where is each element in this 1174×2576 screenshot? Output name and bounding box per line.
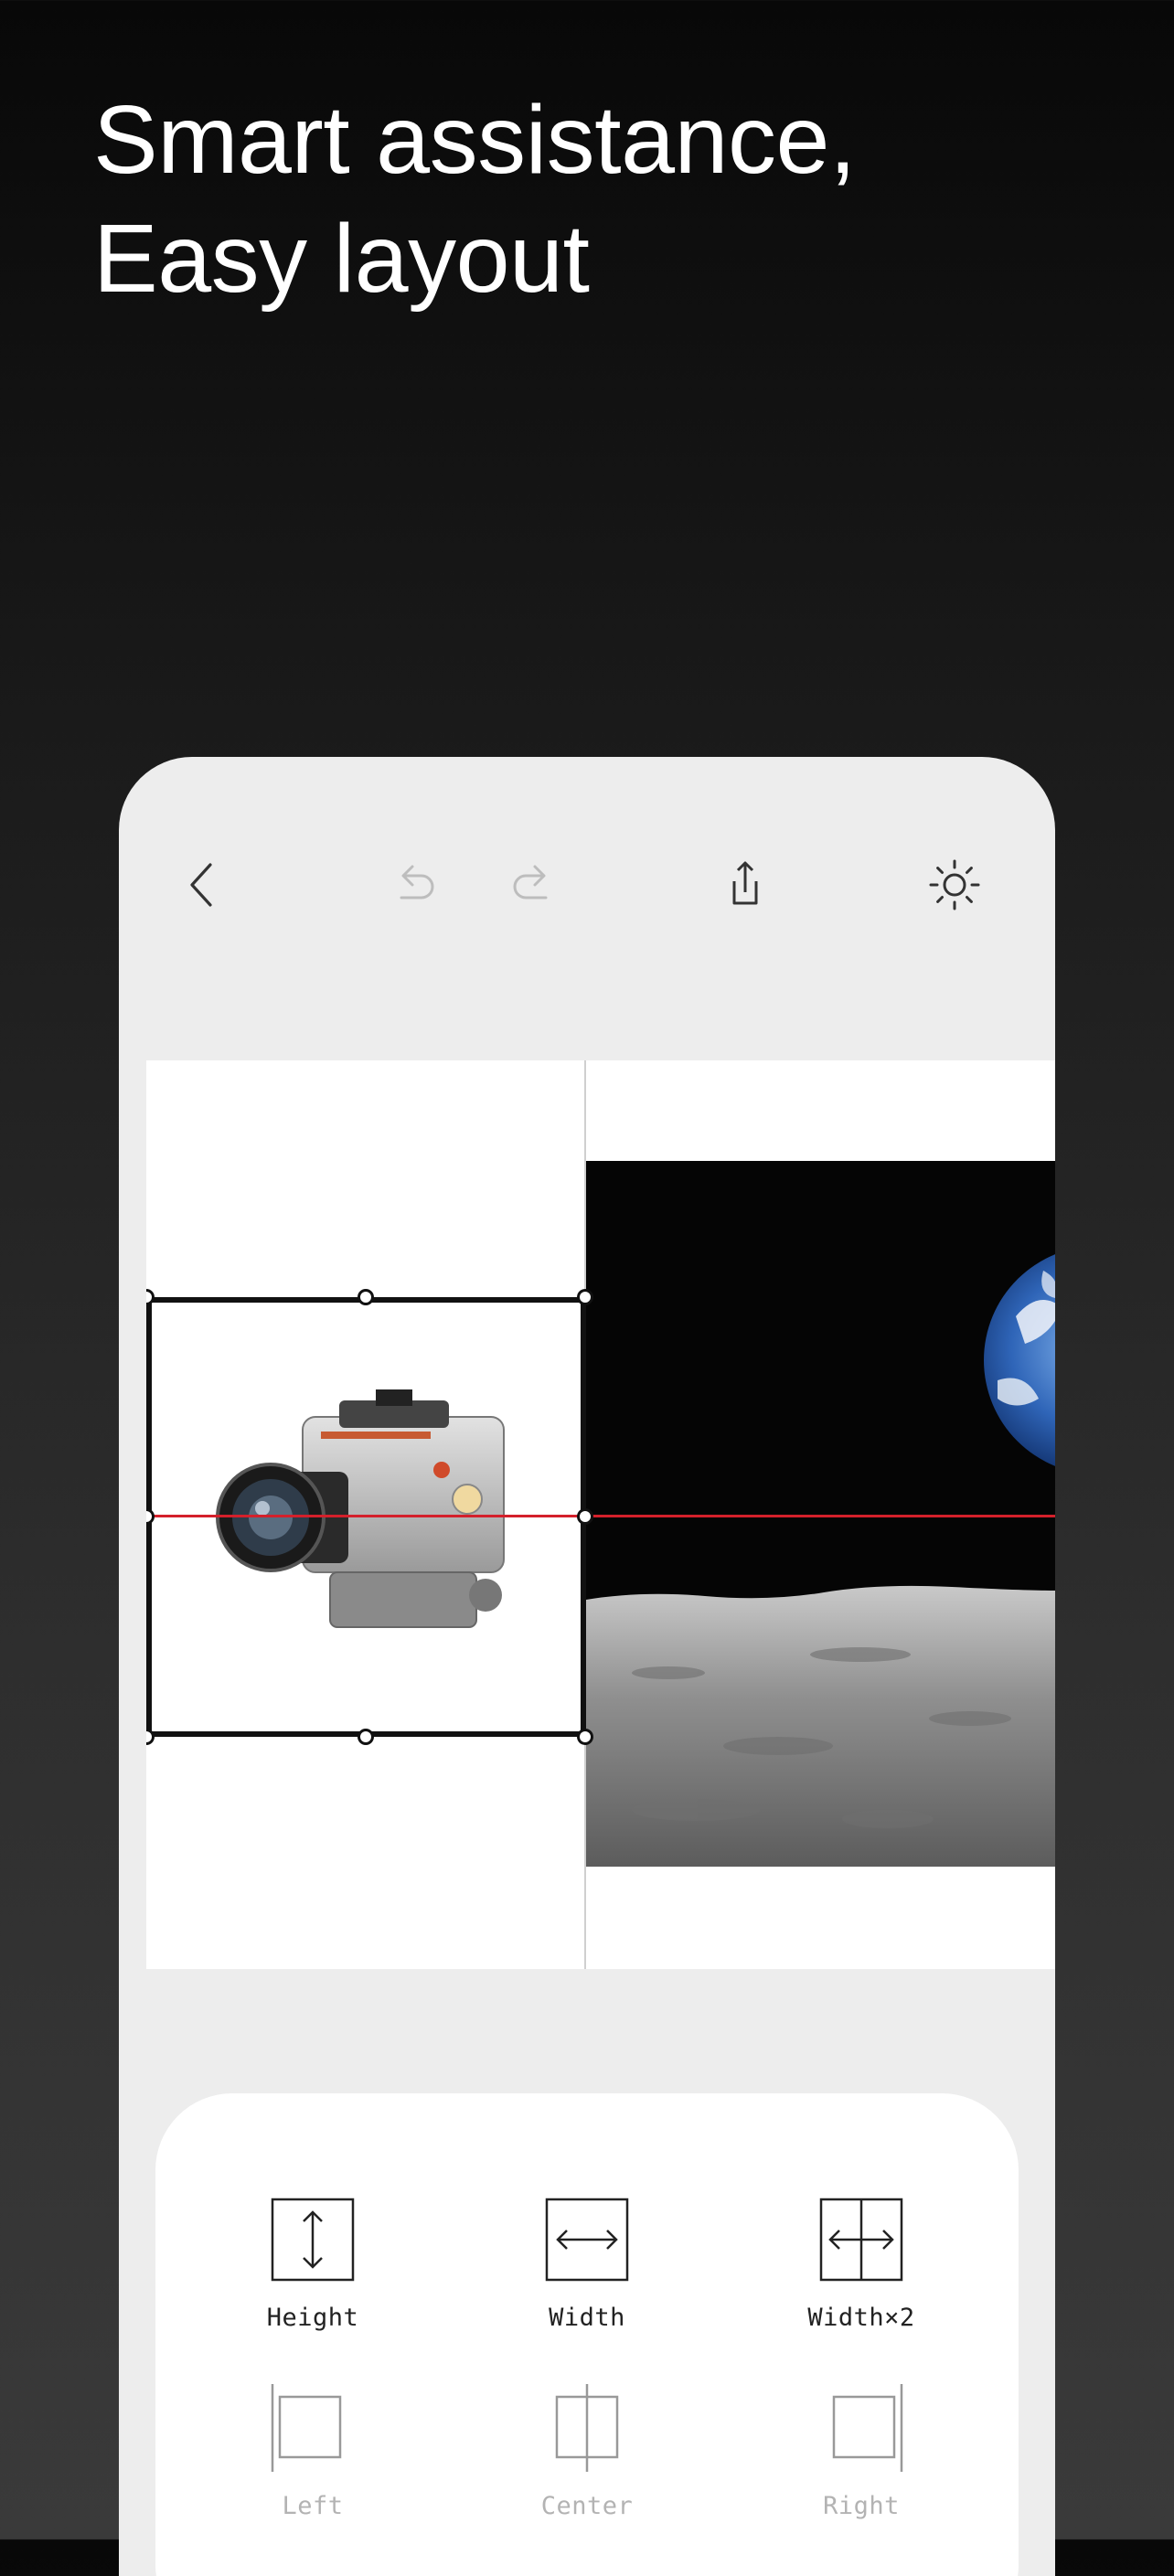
height-tool-button[interactable]: Height xyxy=(203,2194,422,2332)
align-right-icon xyxy=(832,2384,903,2472)
chevron-left-icon xyxy=(190,863,212,907)
resize-handle-bottom[interactable] xyxy=(358,1729,374,1745)
resize-handle-top-right[interactable] xyxy=(577,1289,593,1305)
align-center-icon xyxy=(555,2384,619,2472)
align-center-tool-button[interactable]: Center xyxy=(477,2382,697,2520)
resize-handle-bottom-right[interactable] xyxy=(577,1729,593,1745)
align-right-tool-label: Right xyxy=(823,2492,900,2520)
width-double-tool-label: Width×2 xyxy=(807,2304,915,2332)
undo-icon xyxy=(400,865,434,899)
camera-photo xyxy=(216,1389,505,1628)
share-button[interactable] xyxy=(709,848,782,921)
earthrise-photo xyxy=(586,1161,1055,1867)
align-left-tool-label: Left xyxy=(282,2492,344,2520)
headline-line-2: Easy layout xyxy=(93,205,590,313)
align-right-tool-button[interactable]: Right xyxy=(752,2382,971,2520)
width-tool-label: Width xyxy=(549,2304,625,2332)
width-tool-button[interactable]: Width xyxy=(477,2194,697,2332)
resize-handle-right[interactable] xyxy=(577,1508,593,1525)
back-button[interactable] xyxy=(166,848,240,921)
headline-line-1: Smart assistance, xyxy=(93,86,856,194)
sun-icon xyxy=(929,859,980,910)
width-icon xyxy=(545,2198,629,2282)
layout-canvas[interactable] xyxy=(146,1060,1055,1969)
redo-button[interactable] xyxy=(496,848,570,921)
earthrise-image[interactable] xyxy=(586,1161,1055,1867)
app-screen: Height Width Width×2 Left Center Right xyxy=(119,757,1055,2576)
resize-handle-top[interactable] xyxy=(358,1289,374,1305)
alignment-guide-line xyxy=(146,1515,1055,1517)
align-center-tool-label: Center xyxy=(540,2492,634,2520)
align-left-icon xyxy=(271,2384,342,2472)
headline: Smart assistance, Easy layout xyxy=(93,80,856,318)
width-double-tool-button[interactable]: Width×2 xyxy=(752,2194,971,2332)
share-icon xyxy=(732,861,758,905)
align-left-tool-button[interactable]: Left xyxy=(203,2382,422,2520)
fit-tools-panel: Height Width Width×2 Left Center Right xyxy=(155,2093,1019,2576)
height-icon xyxy=(271,2198,355,2282)
width-double-icon xyxy=(819,2198,903,2282)
undo-button[interactable] xyxy=(378,848,451,921)
redo-icon xyxy=(513,865,548,899)
brightness-button[interactable] xyxy=(918,848,991,921)
height-tool-label: Height xyxy=(266,2304,359,2332)
